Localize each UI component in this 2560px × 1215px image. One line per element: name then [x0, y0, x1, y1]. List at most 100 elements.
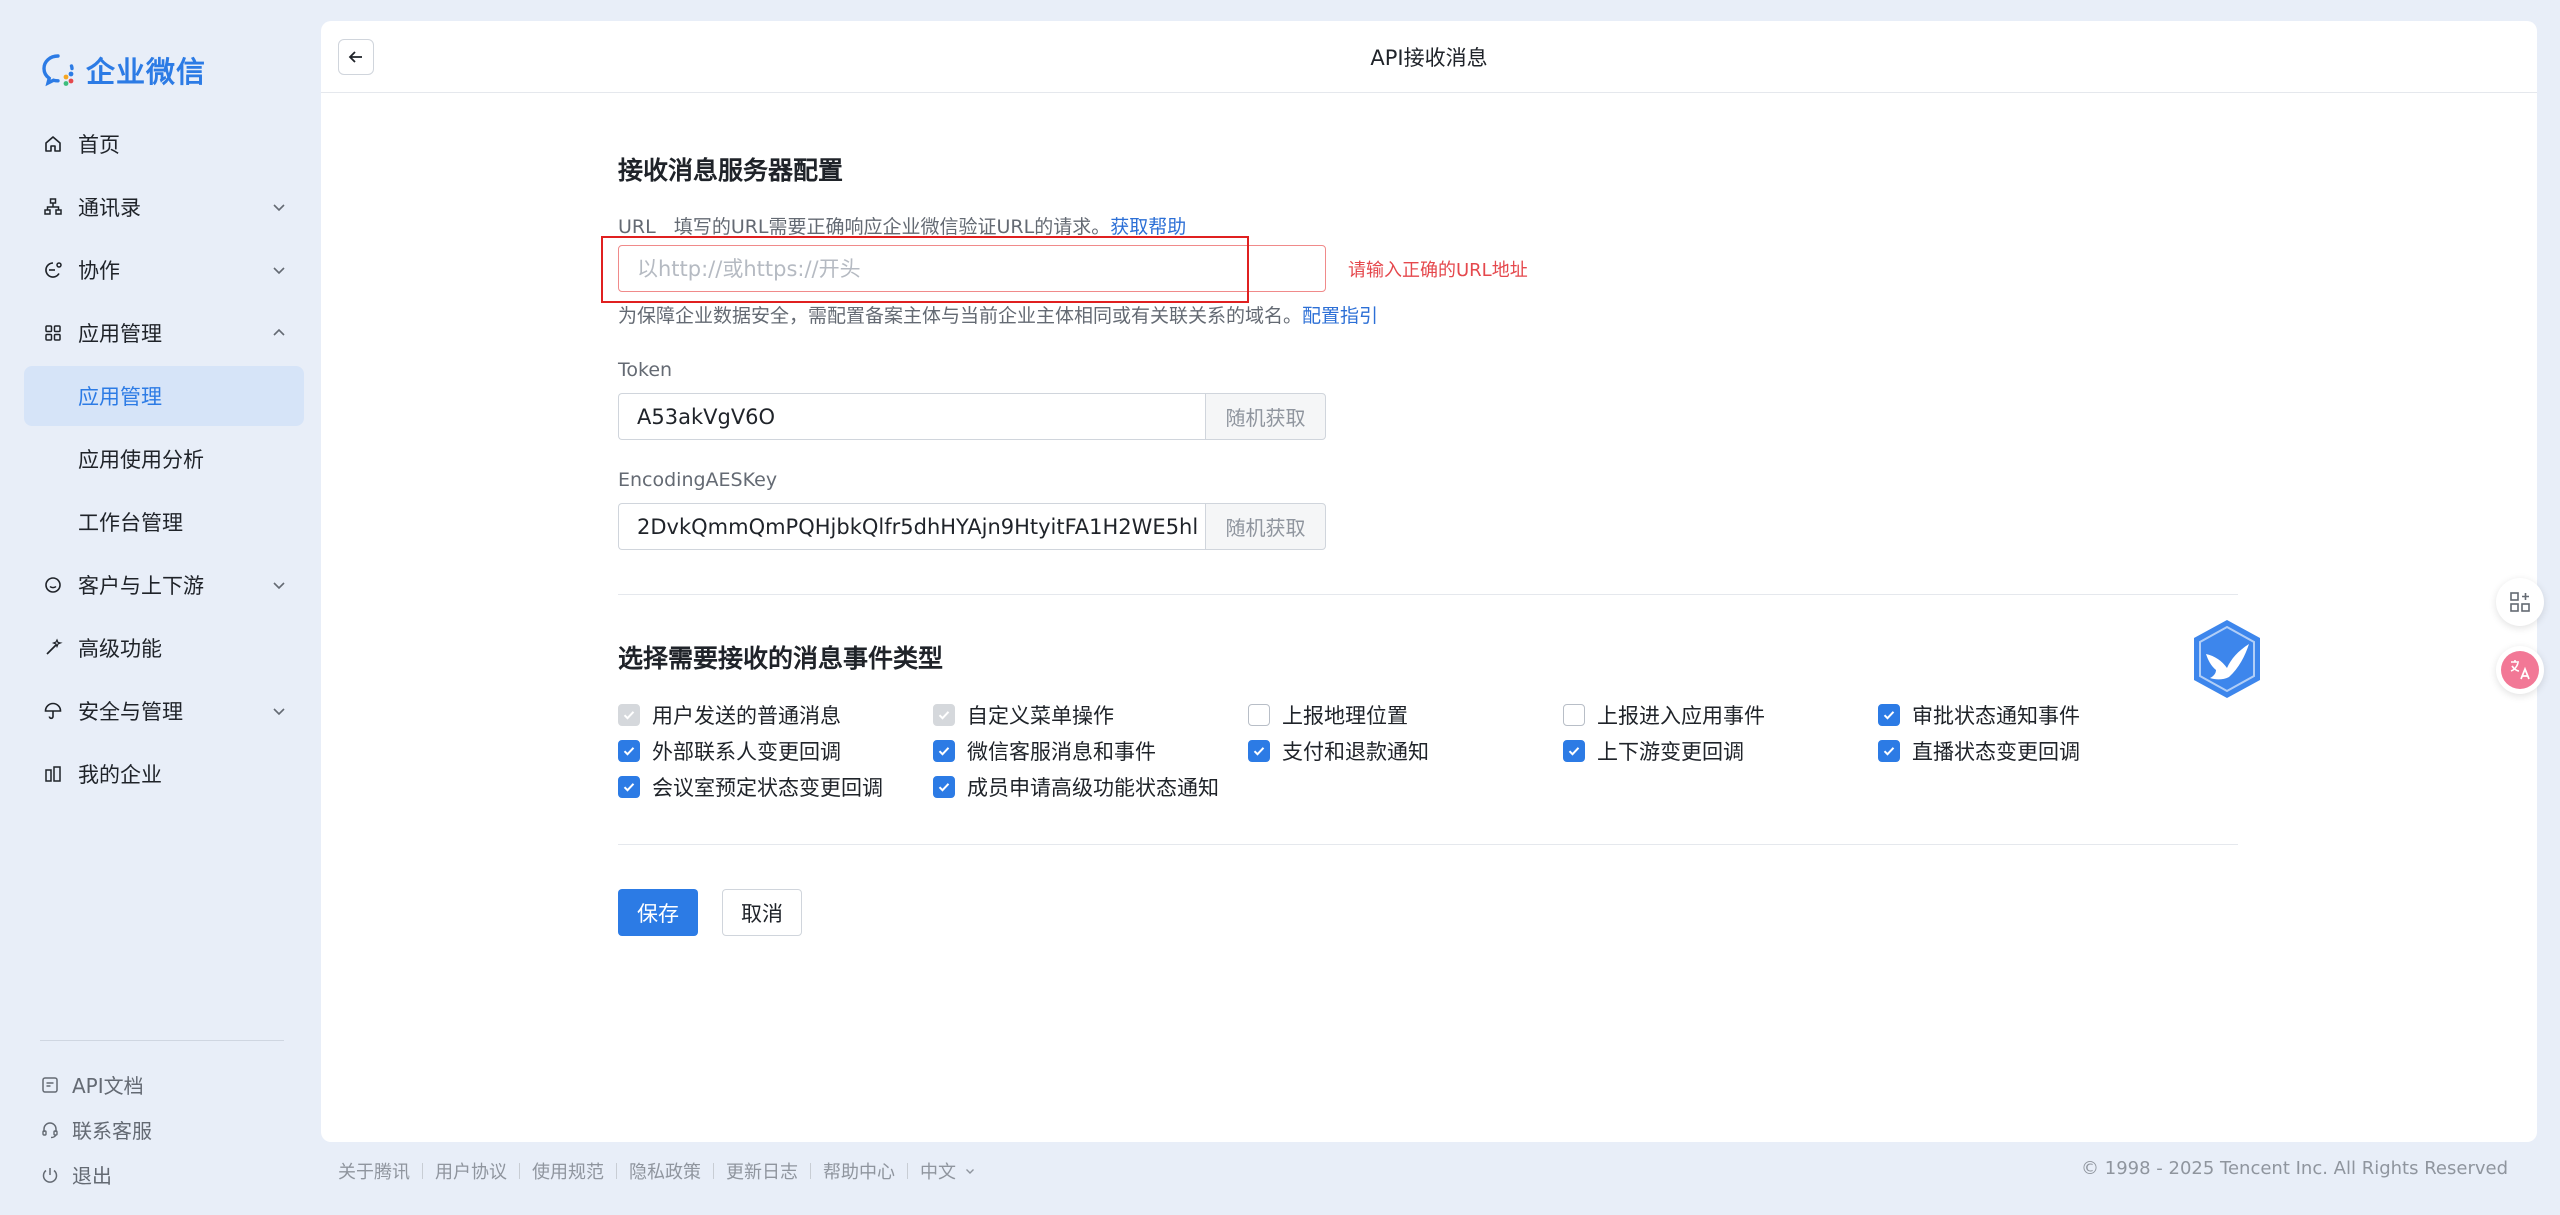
footer-link[interactable]: 使用规范: [532, 1158, 604, 1184]
config-guide-link[interactable]: 配置指引: [1302, 305, 1378, 327]
footer-link[interactable]: 帮助中心: [823, 1158, 895, 1184]
sidebar-item-label: 应用管理: [78, 322, 162, 346]
event-label: 微信客服消息和事件: [967, 740, 1156, 764]
url-error-message: 请输入正确的URL地址: [1348, 259, 1528, 281]
sidebar-divider: [40, 1040, 284, 1041]
language-selector[interactable]: 中文: [920, 1158, 956, 1184]
logo[interactable]: 企业微信: [38, 50, 206, 90]
footer-separator: [907, 1163, 908, 1179]
event-row: 会议室预定状态变更回调 成员申请高级功能状态通知: [618, 769, 2238, 805]
event-label: 用户发送的普通消息: [652, 704, 841, 728]
footer-link[interactable]: 隐私政策: [629, 1158, 701, 1184]
add-widget-button[interactable]: [2496, 578, 2544, 626]
event-checkbox: [933, 704, 955, 726]
sidebar-item-customers[interactable]: 客户与上下游: [24, 555, 304, 615]
arrow-left-icon: [348, 51, 362, 63]
event-option: 自定义菜单操作: [933, 700, 1248, 730]
event-checkbox[interactable]: [1563, 704, 1585, 726]
back-button[interactable]: [338, 39, 374, 75]
section-divider: [618, 594, 2238, 595]
event-option[interactable]: 上下游变更回调: [1563, 736, 1878, 766]
event-option[interactable]: 外部联系人变更回调: [618, 736, 933, 766]
sidebar-bottom-links: API文档 联系客服 退出: [40, 1062, 152, 1197]
url-input[interactable]: [618, 245, 1326, 292]
sidebar-item-label: 我的企业: [78, 763, 162, 787]
chevron-down-icon: [273, 204, 285, 212]
sidebar-item-label: 安全与管理: [78, 700, 183, 724]
sidebar-item-label: 协作: [78, 259, 120, 283]
token-input[interactable]: A53akVgV6O: [618, 393, 1205, 440]
form-actions: 保存 取消: [618, 889, 802, 936]
translate-button[interactable]: [2496, 646, 2544, 694]
main-panel: API接收消息 接收消息服务器配置 URL 填写的URL需要正确响应企业微信验证…: [321, 21, 2544, 1142]
event-checkbox[interactable]: [933, 740, 955, 762]
event-label: 上下游变更回调: [1597, 740, 1744, 764]
event-label: 上报进入应用事件: [1597, 704, 1765, 728]
event-option[interactable]: 会议室预定状态变更回调: [618, 772, 933, 802]
domain-hint-row: 为保障企业数据安全，需配置备案主体与当前企业主体相同或有关联关系的域名。配置指引: [618, 301, 1378, 328]
sidebar-item-home[interactable]: 首页: [24, 114, 304, 174]
event-option[interactable]: 直播状态变更回调: [1878, 736, 2193, 766]
sidebar-item-label: 高级功能: [78, 637, 162, 661]
translate-icon: [2501, 651, 2539, 689]
sidebar-item-app-management[interactable]: 应用管理: [24, 303, 304, 363]
sidebar-item-my-company[interactable]: 我的企业: [24, 744, 304, 804]
footer-link[interactable]: 更新日志: [726, 1158, 798, 1184]
sidebar-subitem-app-usage-analysis[interactable]: 应用使用分析: [24, 429, 304, 489]
event-checkbox[interactable]: [1878, 704, 1900, 726]
get-help-link[interactable]: 获取帮助: [1110, 216, 1186, 238]
api-docs-link[interactable]: API文档: [40, 1062, 152, 1107]
footer-links: 关于腾讯 用户协议 使用规范 隐私政策 更新日志 帮助中心 中文: [338, 1158, 976, 1184]
power-icon: [42, 1167, 58, 1183]
event-checkbox[interactable]: [1248, 740, 1270, 762]
cancel-button[interactable]: 取消: [722, 889, 802, 936]
sidebar-item-contacts[interactable]: 通讯录: [24, 177, 304, 237]
footer-separator: [713, 1163, 714, 1179]
event-label: 成员申请高级功能状态通知: [967, 776, 1219, 800]
sidebar-subitem-workbench-management[interactable]: 工作台管理: [24, 492, 304, 552]
token-random-button[interactable]: 随机获取: [1205, 393, 1326, 440]
event-option[interactable]: 支付和退款通知: [1248, 736, 1563, 766]
event-option[interactable]: 成员申请高级功能状态通知: [933, 772, 1248, 802]
footer-link[interactable]: 关于腾讯: [338, 1158, 410, 1184]
server-config-title: 接收消息服务器配置: [618, 156, 844, 185]
customer-service-link[interactable]: 联系客服: [40, 1107, 152, 1152]
panel-header: API接收消息: [321, 21, 2537, 93]
event-checkbox[interactable]: [1563, 740, 1585, 762]
document-icon: [42, 1076, 58, 1093]
event-option[interactable]: 审批状态通知事件: [1878, 700, 2193, 730]
token-label: Token: [618, 359, 673, 381]
sidebar-item-security[interactable]: 安全与管理: [24, 681, 304, 741]
save-button[interactable]: 保存: [618, 889, 698, 936]
logout-label: 退出: [72, 1164, 112, 1188]
event-option[interactable]: 上报进入应用事件: [1563, 700, 1878, 730]
footer-link[interactable]: 用户协议: [435, 1158, 507, 1184]
aes-key-input[interactable]: 2DvkQmmQmPQHjbkQlfr5dhHYAjn9HtyitFA1H2WE…: [618, 503, 1205, 550]
chevron-down-icon: [273, 582, 285, 590]
url-label-row: URL 填写的URL需要正确响应企业微信验证URL的请求。获取帮助: [618, 212, 1186, 239]
sidebar-subitem-app-management[interactable]: 应用管理: [24, 366, 304, 426]
magic-wand-icon: [42, 637, 64, 659]
event-option[interactable]: 上报地理位置: [1248, 700, 1563, 730]
sidebar-item-collab[interactable]: 协作: [24, 240, 304, 300]
logout-link[interactable]: 退出: [40, 1152, 152, 1197]
footer-separator: [810, 1163, 811, 1179]
wecom-logo-icon: [42, 54, 74, 87]
event-checkbox[interactable]: [933, 776, 955, 798]
event-checkbox[interactable]: [618, 776, 640, 798]
event-row: 用户发送的普通消息 自定义菜单操作 上报地理位置 上报进入应用事件 审批状态通知事件: [618, 697, 2238, 733]
actions-divider: [618, 844, 2238, 845]
chevron-down-icon: [273, 708, 285, 716]
event-label: 支付和退款通知: [1282, 740, 1429, 764]
sidebar-item-advanced[interactable]: 高级功能: [24, 618, 304, 678]
event-checkbox[interactable]: [618, 740, 640, 762]
page-title: API接收消息: [1370, 45, 1488, 70]
footer-separator: [616, 1163, 617, 1179]
event-option[interactable]: 微信客服消息和事件: [933, 736, 1248, 766]
event-checkbox[interactable]: [1248, 704, 1270, 726]
event-label: 上报地理位置: [1282, 704, 1408, 728]
token-row: A53akVgV6O 随机获取: [618, 393, 1326, 440]
aes-key-label: EncodingAESKey: [618, 469, 778, 491]
event-checkbox[interactable]: [1878, 740, 1900, 762]
aes-key-random-button[interactable]: 随机获取: [1205, 503, 1326, 550]
